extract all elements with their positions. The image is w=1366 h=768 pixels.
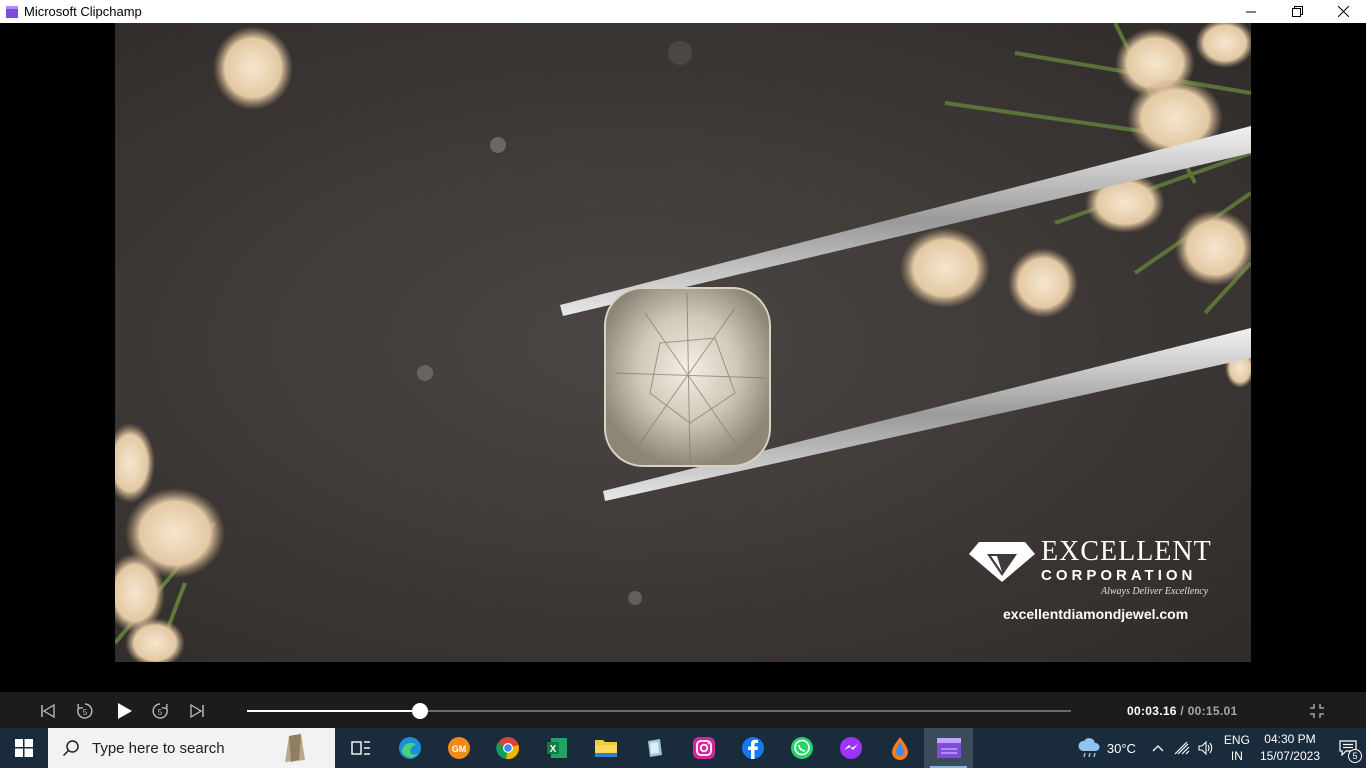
clipchamp-taskbar-button[interactable] [924,728,973,768]
chrome-icon [495,737,519,760]
gm-app-icon: GM [447,737,470,759]
paint-drop-button[interactable] [875,728,924,768]
clock-date: 15/07/2023 [1259,749,1320,763]
edge-icon [398,737,421,759]
facebook-button[interactable] [728,728,777,768]
skip-back-button[interactable] [37,700,59,722]
taskbar-clock[interactable]: 04:30 PM 15/07/2023 [1260,731,1320,765]
cloud-rain-icon [1078,738,1100,758]
restore-button[interactable] [1274,0,1320,23]
diamond-logo-icon [969,542,1035,582]
close-icon [1337,6,1349,17]
whatsapp-icon [790,737,813,759]
play-icon [118,703,132,719]
rewind-5-button[interactable]: 5 [74,700,96,722]
play-button[interactable] [113,700,135,722]
skip-forward-icon [190,703,204,719]
window-title: Microsoft Clipchamp [24,4,142,19]
search-icon [62,740,79,757]
skip-forward-button[interactable] [186,700,208,722]
instagram-button[interactable] [679,728,728,768]
clipchamp-icon [6,5,18,18]
clipchamp-taskbar-icon [936,738,961,758]
facebook-icon [741,737,764,759]
minimize-icon [1246,11,1256,12]
svg-text:X: X [549,744,556,755]
player-controls: 5 5 00:03.16 / 00:15.01 [0,692,1366,728]
forward-5-button[interactable]: 5 [149,700,171,722]
duration: / 00:15.01 [1180,704,1238,718]
exit-fullscreen-icon [1310,704,1324,718]
chevron-up-icon [1152,745,1164,752]
paint-drop-icon [891,737,908,760]
generic-app-icon [647,739,662,757]
messenger-icon [839,737,862,759]
file-explorer-button[interactable] [581,728,630,768]
weather-temp: 30°C [1106,740,1136,756]
svg-text:GM: GM [451,744,466,754]
search-highlight-icon [285,734,305,762]
exit-fullscreen-button[interactable] [1306,700,1328,722]
logo-subtitle: CORPORATION [1041,567,1197,584]
weather-widget[interactable]: 30°C [1077,737,1136,759]
excel-icon: X [546,738,567,758]
rewind-5-icon: 5 [77,703,93,719]
whatsapp-button[interactable] [777,728,826,768]
time-display: 00:03.16 / 00:15.01 [1127,704,1237,718]
task-view-button[interactable] [336,728,385,768]
messenger-button[interactable] [826,728,875,768]
logo-name: EXCELLENT [1041,536,1212,567]
chrome-button[interactable] [483,728,532,768]
window-titlebar: Microsoft Clipchamp [0,0,1366,23]
current-time: 00:03.16 [1127,704,1177,718]
taskbar-search[interactable]: Type here to search [48,728,335,768]
seek-bar-progress [247,710,421,712]
notifications-button[interactable]: 5 [1330,728,1366,768]
search-placeholder: Type here to search [92,739,225,757]
logo-tagline: Always Deliver Excellency [1101,586,1209,597]
volume-button[interactable] [1194,728,1218,768]
gm-app-button[interactable]: GM [434,728,483,768]
svg-text:5: 5 [83,708,88,717]
seek-bar-thumb[interactable] [412,703,429,719]
wifi-icon [1174,741,1190,755]
minimize-button[interactable] [1228,0,1274,23]
notification-count: 5 [1348,749,1362,763]
start-button[interactable] [0,728,48,768]
video-stage: EXCELLENT CORPORATION Always Deliver Exc… [0,23,1366,692]
speaker-icon [1198,741,1213,755]
lang-line1: ENG [1223,733,1250,747]
restore-icon [1291,6,1303,17]
flower-decor [213,26,293,110]
network-button[interactable] [1170,728,1194,768]
website-text: excellentdiamondjewel.com [1003,606,1189,622]
skip-back-icon [41,703,55,719]
task-view-icon [350,741,370,755]
windows-taskbar: Type here to search GM X 30°C ENG IN 04:… [0,728,1366,768]
edge-button[interactable] [385,728,434,768]
lang-line2: IN [1230,749,1243,763]
show-hidden-icons-button[interactable] [1146,728,1170,768]
clock-time: 04:30 PM [1264,732,1316,746]
instagram-icon [692,737,715,759]
system-tray: 30°C ENG IN 04:30 PM 15/07/2023 5 [1077,728,1366,768]
video-frame[interactable]: EXCELLENT CORPORATION Always Deliver Exc… [115,23,1251,662]
excel-button[interactable]: X [532,728,581,768]
svg-text:5: 5 [158,708,163,717]
generic-app-button[interactable] [630,728,679,768]
input-language[interactable]: ENG IN [1224,732,1250,764]
close-button[interactable] [1320,0,1366,23]
file-explorer-icon [594,740,617,757]
windows-logo-icon [15,739,33,757]
seek-bar[interactable] [247,703,1071,719]
forward-5-icon: 5 [152,703,168,719]
